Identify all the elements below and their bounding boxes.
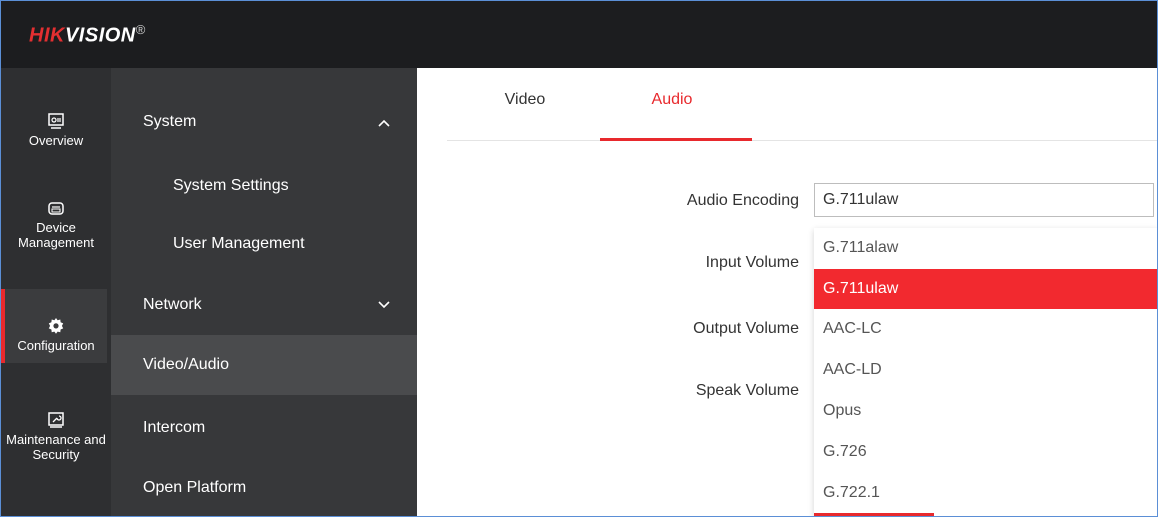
nav-overview[interactable]: Overview bbox=[1, 112, 111, 148]
logo-registered-mark: ® bbox=[135, 22, 146, 37]
chevron-down-icon bbox=[378, 301, 390, 309]
output-volume-label: Output Volume bbox=[693, 320, 799, 337]
nav-maintenance-security-label: Maintenance and Security bbox=[6, 432, 106, 462]
nav-configuration-label: Configuration bbox=[17, 338, 95, 353]
menu-open-platform-label: Open Platform bbox=[143, 479, 247, 496]
menu-system-settings-label: System Settings bbox=[173, 177, 289, 194]
option-opus[interactable]: Opus bbox=[814, 391, 1157, 431]
audio-encoding-dropdown: G.711alaw G.711ulaw AAC-LC AAC-LD Opus G… bbox=[814, 228, 1157, 516]
nav-maintenance-security[interactable]: Maintenance and Security bbox=[1, 411, 111, 462]
monitor-icon bbox=[48, 113, 64, 129]
tab-audio[interactable]: Audio bbox=[622, 64, 722, 136]
option-aac-ld[interactable]: AAC-LD bbox=[814, 350, 1157, 390]
chevron-up-icon bbox=[378, 119, 390, 127]
gear-icon bbox=[48, 318, 64, 334]
main-content: Video Audio Audio Encoding G.711ulaw Inp… bbox=[417, 68, 1157, 516]
app-window: HIKVISION® Overview Device Management Co… bbox=[0, 0, 1158, 517]
audio-encoding-label: Audio Encoding bbox=[686, 192, 799, 209]
primary-nav: Overview Device Management Configuration bbox=[1, 68, 111, 516]
option-g7221[interactable]: G.722.1 bbox=[814, 473, 1157, 513]
menu-intercom-label: Intercom bbox=[143, 419, 206, 436]
option-g726[interactable]: G.726 bbox=[814, 432, 1157, 472]
menu-user-management-label: User Management bbox=[173, 235, 305, 252]
menu-system-label: System bbox=[143, 113, 197, 130]
menu-video-audio[interactable]: Video/Audio bbox=[111, 335, 417, 395]
nav-configuration[interactable]: Configuration bbox=[1, 289, 107, 363]
logo-red-part: HIK bbox=[29, 24, 65, 47]
nav-device-management-label: Device Management bbox=[18, 220, 94, 250]
menu-system-settings[interactable]: System Settings bbox=[111, 156, 417, 216]
option-g711ulaw[interactable]: G.711ulaw bbox=[814, 269, 1157, 309]
tab-video[interactable]: Video bbox=[475, 64, 575, 136]
option-aac-lc[interactable]: AAC-LC bbox=[814, 309, 1157, 349]
menu-open-platform[interactable]: Open Platform bbox=[111, 458, 417, 516]
menu-network-label: Network bbox=[143, 296, 202, 313]
active-tab-indicator bbox=[600, 138, 752, 141]
nav-device-management[interactable]: Device Management bbox=[1, 199, 111, 250]
input-volume-label: Input Volume bbox=[705, 254, 799, 271]
speak-volume-label: Speak Volume bbox=[695, 382, 799, 399]
nav-overview-label: Overview bbox=[28, 133, 84, 148]
menu-video-audio-label: Video/Audio bbox=[143, 356, 229, 373]
menu-user-management[interactable]: User Management bbox=[111, 214, 417, 274]
menu-system[interactable]: System bbox=[111, 92, 417, 152]
option-g711alaw[interactable]: G.711alaw bbox=[814, 228, 1157, 268]
secondary-menu: System System Settings User Management N… bbox=[111, 68, 417, 516]
hikvision-logo: HIKVISION® bbox=[29, 22, 146, 48]
wrench-icon bbox=[48, 412, 64, 428]
tabs-divider bbox=[447, 140, 1157, 141]
top-bar: HIKVISION® bbox=[1, 1, 1157, 68]
audio-encoding-select[interactable]: G.711ulaw bbox=[814, 183, 1154, 217]
device-icon bbox=[48, 202, 64, 215]
menu-network[interactable]: Network bbox=[111, 275, 417, 335]
logo-white-part: VISION bbox=[64, 24, 136, 47]
menu-intercom[interactable]: Intercom bbox=[111, 398, 417, 458]
slider-accent bbox=[814, 513, 934, 516]
